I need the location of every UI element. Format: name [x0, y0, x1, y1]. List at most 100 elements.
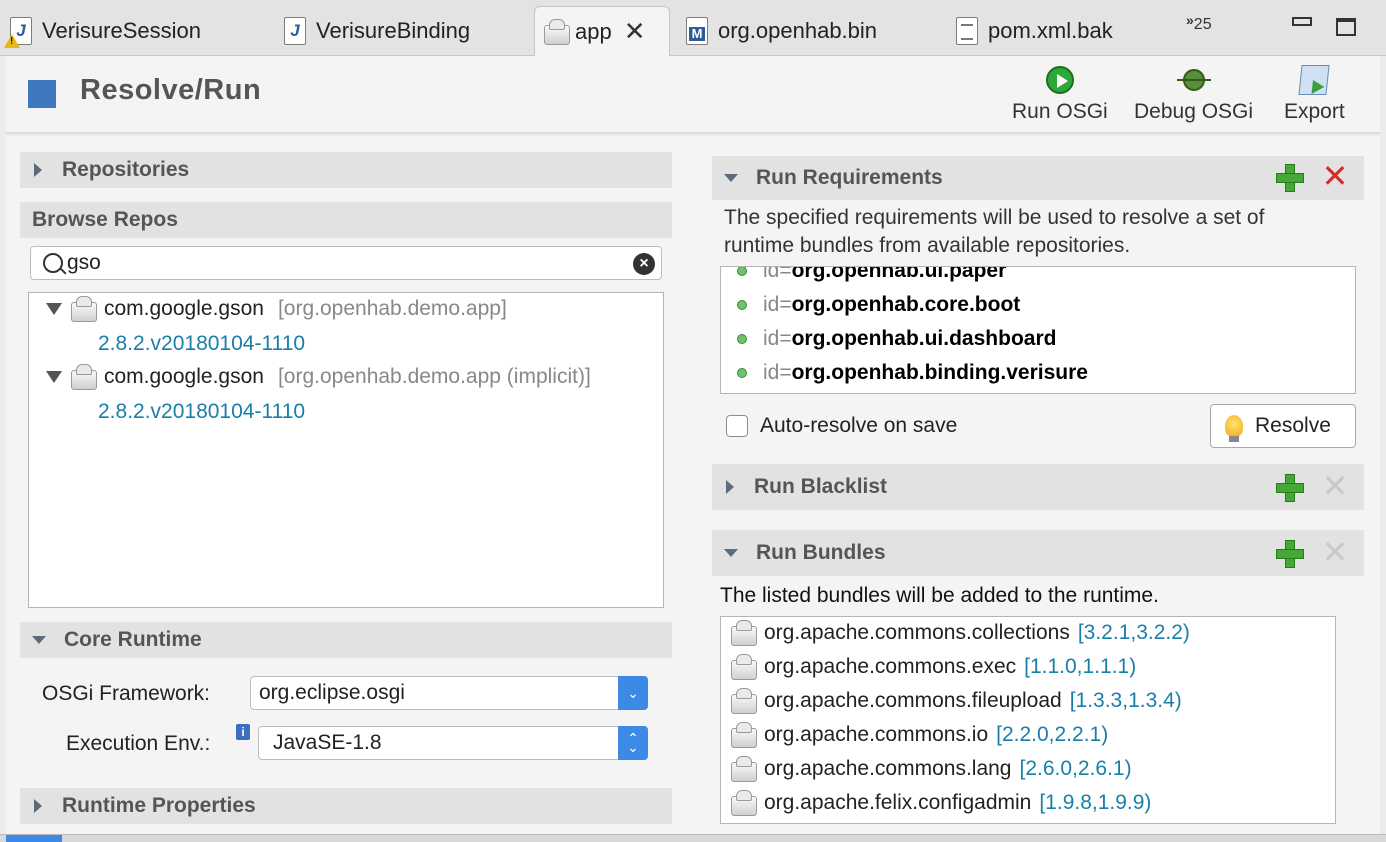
bundle-range: [1.1.0,1.1.1)	[1024, 655, 1137, 678]
bundle-icon	[728, 620, 758, 646]
run-requirements-list[interactable]: id= org.openhab.ui.paper id= org.openhab.c…	[720, 266, 1356, 394]
requirement-dot-icon	[737, 267, 747, 276]
text-file-icon	[954, 16, 980, 46]
osgi-framework-label: OSGi Framework:	[42, 682, 211, 705]
repo-search-input[interactable]: gso ×	[30, 246, 662, 280]
browse-repos-title: Browse Repos	[32, 208, 178, 231]
page-tab-active[interactable]	[6, 835, 62, 842]
bundle-icon	[68, 296, 98, 322]
requirement-dot-icon	[737, 368, 747, 378]
expand-icon	[34, 799, 42, 813]
run-bundles-section-header[interactable]: Run Bundles	[712, 530, 1364, 576]
tab-overflow-button[interactable]: »25	[1186, 12, 1212, 34]
execution-env-label: Execution Env.:	[66, 732, 211, 755]
list-item[interactable]: org.apache.commons.exec [1.1.0,1.1.1)	[728, 654, 1136, 680]
tab-overflow-count: 25	[1193, 15, 1212, 33]
tree-item-source: [org.openhab.demo.app (implicit)]	[277, 365, 591, 388]
tab-pom-xml-bak[interactable]: pom.xml.bak	[954, 6, 1113, 56]
run-bundles-title: Run Bundles	[756, 541, 886, 564]
requirement-prefix: id=	[763, 266, 792, 282]
add-bundle-icon[interactable]	[1276, 540, 1304, 568]
runtime-properties-section-header[interactable]: Runtime Properties	[20, 788, 672, 824]
clear-search-icon[interactable]: ×	[633, 253, 655, 275]
requirement-name: org.openhab.ui.paper	[791, 266, 1007, 282]
updown-arrows-icon[interactable]: ⌃ ⌄	[618, 726, 648, 760]
run-requirements-desc-line-2: runtime bundles from available repositor…	[724, 234, 1131, 257]
run-osgi-label: Run OSGi	[1012, 100, 1108, 123]
list-item[interactable]: org.apache.commons.io [2.2.0,2.2.1)	[728, 722, 1108, 748]
collapse-icon	[724, 174, 738, 182]
info-icon: i	[236, 724, 250, 740]
debug-osgi-label: Debug OSGi	[1134, 100, 1254, 123]
bundle-name: org.apache.felix.configadmin	[764, 791, 1032, 814]
expand-icon	[34, 163, 42, 177]
tree-item-version[interactable]: 2.8.2.v20180104-1110	[98, 332, 305, 356]
collapse-icon[interactable]	[46, 303, 62, 315]
bundle-range: [1.3.3,1.3.4)	[1069, 689, 1182, 712]
tab-org-openhab-bin[interactable]: M org.openhab.bin	[684, 6, 877, 56]
list-item[interactable]: id= org.openhab.core.boot	[737, 293, 1020, 317]
repositories-section-header[interactable]: Repositories	[20, 152, 672, 188]
export-icon	[1298, 64, 1330, 96]
page-title: Resolve/Run	[80, 74, 262, 106]
tree-item-source: [org.openhab.demo.app]	[277, 297, 507, 320]
list-item[interactable]: org.apache.felix.configadmin [1.9.8,1.9.…	[728, 790, 1151, 816]
collapse-icon[interactable]	[46, 371, 62, 383]
export-button[interactable]: Export	[1284, 64, 1345, 124]
bundle-icon	[68, 364, 98, 390]
bundle-range: [1.9.8,1.9.9)	[1039, 791, 1152, 814]
run-icon	[1044, 64, 1076, 96]
debug-osgi-button[interactable]: Debug OSGi	[1134, 64, 1253, 124]
browse-repos-header: Browse Repos	[20, 202, 672, 238]
tree-item[interactable]: com.google.gson [org.openhab.demo.app (i…	[46, 364, 591, 390]
resolve-button[interactable]: Resolve	[1210, 404, 1356, 448]
run-osgi-button[interactable]: Run OSGi	[1012, 64, 1108, 124]
execution-env-select[interactable]: JavaSE-1.8 ⌃ ⌄	[258, 726, 648, 760]
list-item[interactable]: org.apache.commons.fileupload [1.3.3,1.3…	[728, 688, 1182, 714]
java-file-icon: J	[282, 16, 308, 46]
list-item[interactable]: id= org.openhab.binding.verisure	[737, 361, 1088, 385]
run-blacklist-section-header[interactable]: Run Blacklist	[712, 464, 1364, 510]
tree-item-name: com.google.gson	[104, 365, 264, 388]
core-runtime-section-header[interactable]: Core Runtime	[20, 622, 672, 658]
requirement-name: org.openhab.ui.dashboard	[791, 327, 1057, 350]
tree-item-version[interactable]: 2.8.2.v20180104-1110	[98, 400, 305, 424]
search-value: gso	[67, 251, 101, 274]
minimize-icon[interactable]	[1292, 17, 1312, 26]
chevron-down-icon[interactable]: ⌄	[618, 676, 648, 710]
list-item[interactable]: id= org.openhab.ui.dashboard	[737, 327, 1056, 351]
runtime-properties-title: Runtime Properties	[62, 794, 256, 817]
close-tab-icon[interactable]: ✕	[624, 16, 646, 47]
maximize-icon[interactable]	[1336, 18, 1356, 36]
bundle-name: org.apache.commons.fileupload	[764, 689, 1062, 712]
bundle-icon	[728, 790, 758, 816]
run-blacklist-title: Run Blacklist	[754, 475, 888, 498]
add-blacklist-icon[interactable]	[1276, 474, 1304, 502]
add-requirement-icon[interactable]	[1276, 164, 1304, 192]
requirement-name: org.openhab.core.boot	[791, 293, 1021, 316]
tree-item[interactable]: com.google.gson [org.openhab.demo.app]	[46, 296, 507, 322]
list-item[interactable]: org.apache.commons.lang [2.6.0,2.6.1)	[728, 756, 1132, 782]
remove-requirement-icon[interactable]: ✕	[1321, 160, 1349, 192]
export-label: Export	[1284, 100, 1345, 123]
bundle-name: org.apache.commons.collections	[764, 621, 1070, 644]
resolve-label: Resolve	[1255, 414, 1331, 437]
tab-verisure-session[interactable]: J VerisureSession	[4, 6, 201, 56]
java-file-warning-icon: J	[4, 16, 34, 48]
remove-blacklist-icon: ✕	[1321, 468, 1349, 504]
run-requirements-desc-line-1: The specified requirements will be used …	[724, 206, 1265, 229]
osgi-framework-combo[interactable]: org.eclipse.osgi ⌄	[250, 676, 648, 710]
list-item[interactable]: org.apache.commons.collections [3.2.1,3.…	[728, 620, 1190, 646]
checkbox-box[interactable]	[726, 415, 748, 437]
bundle-icon	[728, 756, 758, 782]
tree-item-name: com.google.gson	[104, 297, 264, 320]
auto-resolve-checkbox[interactable]: Auto-resolve on save	[726, 414, 957, 438]
bundle-range: [2.6.0,2.6.1)	[1019, 757, 1132, 780]
bundle-icon	[728, 722, 758, 748]
run-requirements-section-header[interactable]: Run Requirements	[712, 156, 1364, 200]
core-runtime-title: Core Runtime	[64, 628, 202, 651]
tab-app[interactable]: app ✕	[534, 6, 670, 56]
list-item[interactable]: id= org.openhab.ui.paper	[737, 266, 1007, 283]
tab-verisure-binding[interactable]: J VerisureBinding	[282, 6, 470, 56]
bottom-tab-strip	[0, 834, 1386, 842]
